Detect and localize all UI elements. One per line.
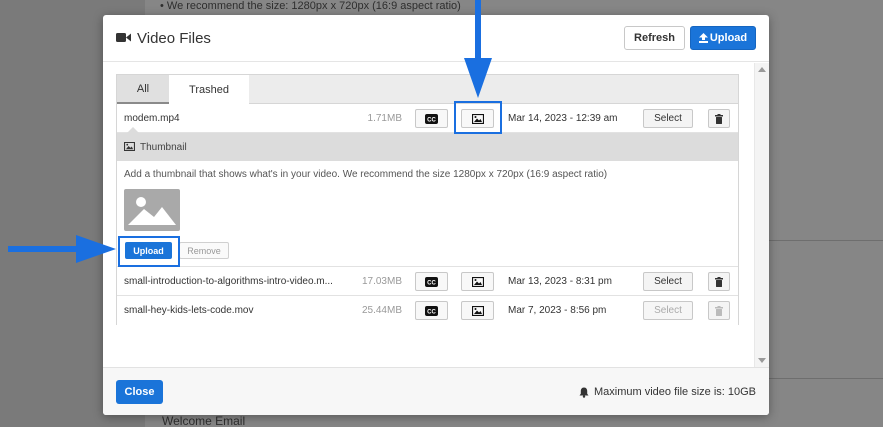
background-hint-text: • We recommend the size: 1280px x 720px … (160, 0, 461, 12)
thumbnail-button[interactable] (461, 272, 494, 291)
file-name: small-introduction-to-algorithms-intro-v… (124, 276, 333, 287)
file-name: small-hey-kids-lets-code.mov (124, 305, 254, 316)
trash-button[interactable] (708, 109, 730, 128)
refresh-button[interactable]: Refresh (624, 26, 685, 50)
select-button[interactable]: Select (643, 109, 693, 128)
file-size: 25.44MB (361, 305, 402, 316)
annotation-arrow-down-icon (464, 0, 492, 98)
video-files-modal: Video Files Refresh Upload All Trashed m… (103, 15, 769, 415)
thumbnail-button[interactable] (461, 301, 494, 320)
trash-icon (715, 276, 723, 287)
max-file-size-text: Maximum video file size is: 10GB (594, 386, 756, 398)
closed-captions-icon: CC (425, 113, 438, 124)
trash-button[interactable] (708, 272, 730, 291)
background-welcome-email: Welcome Email (162, 414, 246, 427)
file-size: 17.03MB (361, 276, 402, 287)
thumbnail-header-label: Thumbnail (140, 142, 187, 153)
captions-button[interactable]: CC (415, 301, 448, 320)
thumbnail-section: Thumbnail Add a thumbnail that shows wha… (117, 127, 738, 267)
file-date: Mar 13, 2023 - 8:31 pm (508, 276, 612, 287)
file-size: 1.71MB (367, 113, 402, 124)
close-button[interactable]: Close (116, 380, 163, 404)
tab-trashed[interactable]: Trashed (169, 75, 249, 104)
modal-body: All Trashed modem.mp4 1.71MB CC Mar 14, … (103, 63, 769, 367)
modal-header: Video Files Refresh Upload (103, 15, 769, 62)
image-icon (471, 276, 484, 287)
image-placeholder-icon (128, 197, 176, 225)
thumbnail-description: Add a thumbnail that shows what's in you… (124, 169, 608, 180)
thumbnail-placeholder (124, 189, 180, 231)
select-button[interactable]: Select (643, 272, 693, 291)
tabs: All Trashed (117, 75, 738, 104)
trash-icon (715, 113, 723, 124)
max-file-size-notice: Maximum video file size is: 10GB (579, 386, 756, 398)
annotation-arrow-right-icon (8, 235, 116, 263)
svg-text:CC: CC (427, 309, 436, 315)
tab-all[interactable]: All (117, 75, 169, 104)
thumbnail-header: Thumbnail (117, 127, 738, 161)
scroll-down-arrow-icon[interactable] (758, 358, 766, 363)
file-row: small-introduction-to-algorithms-intro-v… (117, 267, 738, 296)
files-panel: All Trashed modem.mp4 1.71MB CC Mar 14, … (116, 74, 739, 325)
file-date: Mar 7, 2023 - 8:56 pm (508, 305, 607, 316)
file-row: modem.mp4 1.71MB CC Mar 14, 2023 - 12:39 (117, 104, 738, 133)
modal-footer: Close Maximum video file size is: 10GB (103, 367, 769, 415)
upload-button-label: Upload (709, 32, 748, 44)
select-button[interactable]: Select (643, 301, 693, 320)
file-name: modem.mp4 (124, 113, 180, 124)
scroll-up-arrow-icon[interactable] (758, 67, 766, 72)
image-icon (124, 142, 135, 151)
captions-button[interactable]: CC (415, 109, 448, 128)
trash-button[interactable] (708, 301, 730, 320)
captions-button[interactable]: CC (415, 272, 448, 291)
caret-pointer (127, 127, 139, 133)
closed-captions-icon: CC (425, 305, 438, 316)
svg-text:CC: CC (427, 280, 436, 286)
trash-icon (715, 305, 723, 316)
video-camera-icon (116, 33, 131, 42)
image-icon (471, 305, 484, 316)
thumbnail-remove-button[interactable]: Remove (179, 242, 229, 259)
svg-text:CC: CC (427, 117, 436, 123)
file-date: Mar 14, 2023 - 12:39 am (508, 113, 618, 124)
modal-scrollbar[interactable] (754, 63, 769, 367)
modal-title: Video Files (137, 30, 211, 47)
annotation-highlight-upload-button (118, 236, 180, 267)
bell-icon (579, 387, 589, 398)
file-row: small-hey-kids-lets-code.mov 25.44MB CC (117, 296, 738, 325)
closed-captions-icon: CC (425, 276, 438, 287)
annotation-highlight-thumbnail-button (454, 101, 502, 134)
upload-icon (698, 33, 708, 43)
upload-button[interactable]: Upload (690, 26, 756, 50)
